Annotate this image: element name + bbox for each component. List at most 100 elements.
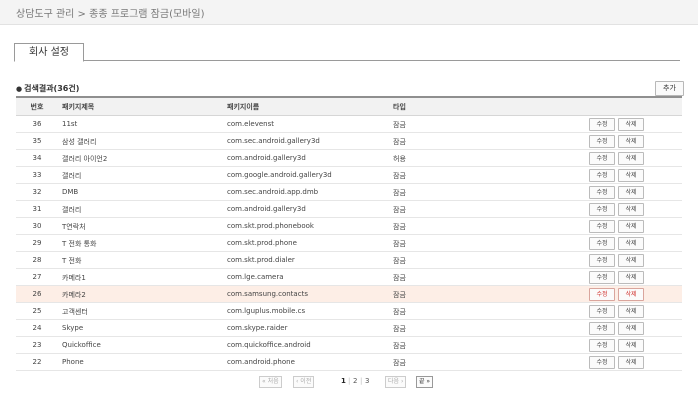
table-row[interactable]: 31 갤러리 com.android.gallery3d 잠금 수정 삭제: [16, 201, 682, 218]
table-row[interactable]: 26 카메라2 com.samsung.contacts 잠금 수정 삭제: [16, 286, 682, 303]
package-title: DMB: [62, 188, 79, 196]
table-row[interactable]: 32 DMB com.sec.android.app.dmb 잠금 수정 삭제: [16, 184, 682, 201]
package-type: 잠금: [393, 342, 406, 350]
edit-button[interactable]: 수정: [589, 288, 615, 301]
pager-prev-button[interactable]: ‹ 이전: [293, 376, 315, 388]
edit-button[interactable]: 수정: [589, 118, 615, 131]
delete-button[interactable]: 삭제: [618, 356, 644, 369]
breadcrumb-bar: 상담도구 관리 > 종종 프로그램 잠금(모바일): [0, 0, 698, 25]
column-header-no: 번호: [30, 103, 44, 111]
delete-button[interactable]: 삭제: [618, 118, 644, 131]
breadcrumb: 상담도구 관리 > 종종 프로그램 잠금(모바일): [16, 9, 205, 20]
row-number: 22: [32, 358, 42, 366]
package-type: 잠금: [393, 308, 406, 316]
pager-next-button[interactable]: 다음 ›: [385, 376, 407, 388]
table-row[interactable]: 24 Skype com.skype.raider 잠금 수정 삭제: [16, 320, 682, 337]
table-row[interactable]: 36 11st com.elevenst 잠금 수정 삭제: [16, 116, 682, 133]
add-button[interactable]: 추가: [655, 81, 684, 96]
row-number: 36: [32, 120, 42, 128]
table-row[interactable]: 30 T연락처 com.skt.prod.phonebook 잠금 수정 삭제: [16, 218, 682, 235]
delete-button[interactable]: 삭제: [618, 203, 644, 216]
table-body: 36 11st com.elevenst 잠금 수정 삭제 35 삼성 갤러리 com.sec.…: [16, 116, 682, 371]
delete-button[interactable]: 삭제: [618, 169, 644, 182]
row-number: 35: [32, 137, 42, 145]
package-title: 카메라2: [62, 291, 86, 299]
table-row[interactable]: 27 카메라1 com.lge.camera 잠금 수정 삭제: [16, 269, 682, 286]
package-title: T 전화 통화: [62, 240, 97, 248]
row-number: 26: [32, 290, 42, 298]
package-type: 잠금: [393, 189, 406, 197]
edit-button[interactable]: 수정: [589, 186, 615, 199]
package-title: T연락처: [62, 223, 86, 231]
edit-button[interactable]: 수정: [589, 203, 615, 216]
package-title: Phone: [62, 358, 84, 366]
delete-button[interactable]: 삭제: [618, 339, 644, 352]
pager-first-button[interactable]: « 처음: [259, 376, 282, 388]
delete-button[interactable]: 삭제: [618, 271, 644, 284]
package-name: com.lguplus.mobile.cs: [227, 307, 306, 315]
package-type: 잠금: [393, 138, 406, 146]
row-number: 27: [32, 273, 42, 281]
delete-button[interactable]: 삭제: [618, 305, 644, 318]
package-type: 잠금: [393, 172, 406, 180]
package-name: com.android.phone: [227, 358, 295, 366]
edit-button[interactable]: 수정: [589, 322, 615, 335]
edit-button[interactable]: 수정: [589, 152, 615, 165]
table-row[interactable]: 23 Quickoffice com.quickoffice.android 잠금 수정…: [16, 337, 682, 354]
edit-button[interactable]: 수정: [589, 220, 615, 233]
package-name: com.android.gallery3d: [227, 205, 306, 213]
table-row[interactable]: 22 Phone com.android.phone 잠금 수정 삭제: [16, 354, 682, 371]
row-number: 28: [32, 256, 42, 264]
pagination: « 처음 ‹ 이전 1 | 2 | 3 다음 › 끝 »: [0, 376, 698, 388]
package-title: 카메라1: [62, 274, 86, 282]
package-title: T 전화: [62, 257, 82, 265]
result-count-label: 검색결과(36건): [24, 84, 80, 93]
package-name: com.quickoffice.android: [227, 341, 311, 349]
column-header-type: 타입: [393, 103, 406, 111]
delete-button[interactable]: 삭제: [618, 186, 644, 199]
page-1-link[interactable]: 1: [341, 377, 346, 385]
column-header-package: 패키지이름: [227, 103, 260, 111]
delete-button[interactable]: 삭제: [618, 237, 644, 250]
edit-button[interactable]: 수정: [589, 339, 615, 352]
package-type: 잠금: [393, 206, 406, 214]
edit-button[interactable]: 수정: [589, 135, 615, 148]
package-name: com.skt.prod.phonebook: [227, 222, 314, 230]
package-name: com.skype.raider: [227, 324, 288, 332]
row-number: 25: [32, 307, 42, 315]
table-row[interactable]: 33 갤러리 com.google.android.gallery3d 잠금 수정 삭제: [16, 167, 682, 184]
package-type: 허용: [393, 155, 406, 163]
row-number: 29: [32, 239, 42, 247]
page-separator: |: [348, 377, 351, 385]
edit-button[interactable]: 수정: [589, 169, 615, 182]
package-title: Quickoffice: [62, 341, 101, 349]
page-3-link[interactable]: 3: [365, 377, 369, 385]
delete-button[interactable]: 삭제: [618, 152, 644, 165]
edit-button[interactable]: 수정: [589, 356, 615, 369]
table-row[interactable]: 29 T 전화 통화 com.skt.prod.phone 잠금 수정 삭제: [16, 235, 682, 252]
delete-button[interactable]: 삭제: [618, 254, 644, 267]
table-row[interactable]: 35 삼성 갤러리 com.sec.android.gallery3d 잠금 수정 삭제: [16, 133, 682, 150]
row-number: 31: [32, 205, 42, 213]
edit-button[interactable]: 수정: [589, 305, 615, 318]
edit-button[interactable]: 수정: [589, 271, 615, 284]
delete-button[interactable]: 삭제: [618, 288, 644, 301]
package-name: com.samsung.contacts: [227, 290, 308, 298]
package-type: 잠금: [393, 223, 406, 231]
edit-button[interactable]: 수정: [589, 237, 615, 250]
table-row[interactable]: 25 고객센터 com.lguplus.mobile.cs 잠금 수정 삭제: [16, 303, 682, 320]
package-type: 잠금: [393, 325, 406, 333]
package-type: 잠금: [393, 257, 406, 265]
page-2-link[interactable]: 2: [353, 377, 357, 385]
delete-button[interactable]: 삭제: [618, 322, 644, 335]
pager-last-button[interactable]: 끝 »: [416, 376, 434, 388]
edit-button[interactable]: 수정: [589, 254, 615, 267]
package-table: 번호 패키지제목 패키지이름 타입 36 11st com.elevenst 잠금 수정…: [16, 96, 682, 371]
table-row[interactable]: 28 T 전화 com.skt.prod.dialer 잠금 수정 삭제: [16, 252, 682, 269]
delete-button[interactable]: 삭제: [618, 220, 644, 233]
package-title: 삼성 갤러리: [62, 138, 97, 146]
tab-company-settings[interactable]: 회사 설정: [14, 43, 84, 62]
package-name: com.skt.prod.dialer: [227, 256, 295, 264]
delete-button[interactable]: 삭제: [618, 135, 644, 148]
table-row[interactable]: 34 갤러리 아이언2 com.android.gallery3d 허용 수정 삭제: [16, 150, 682, 167]
